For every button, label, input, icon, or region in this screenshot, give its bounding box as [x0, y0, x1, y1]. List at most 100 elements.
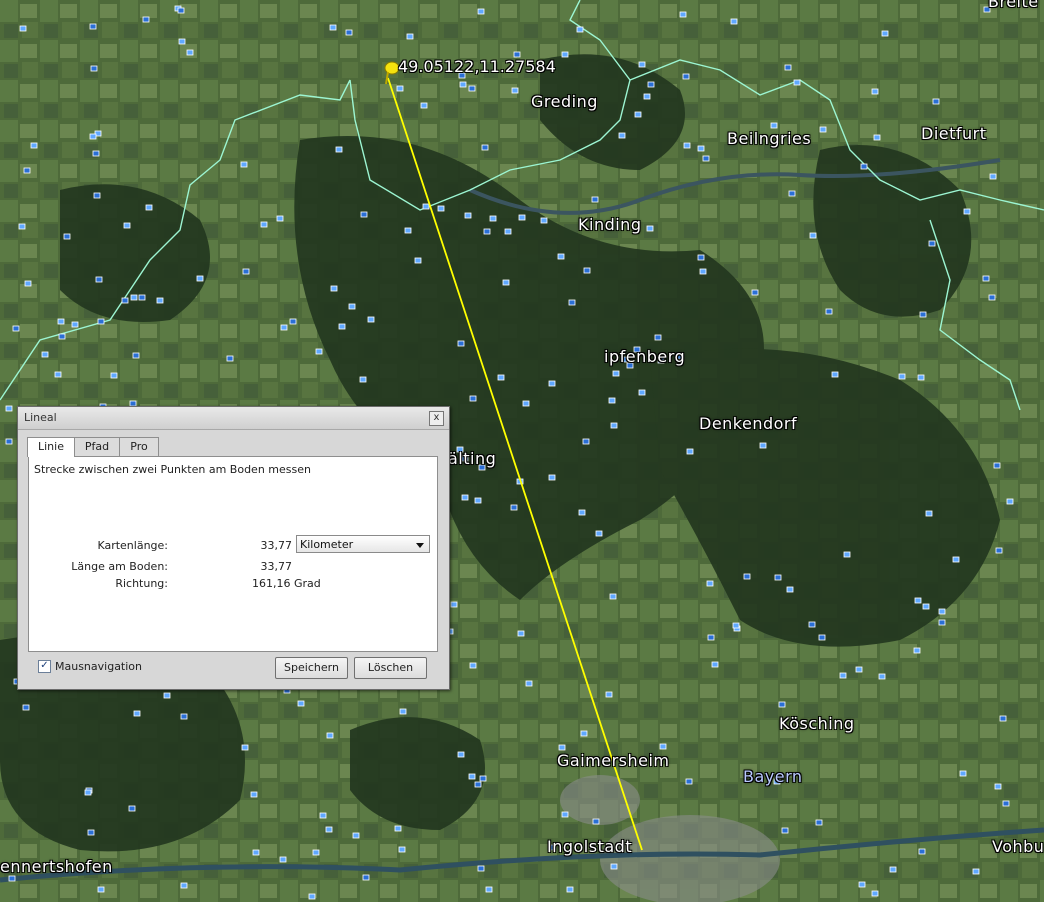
poi-marker-icon[interactable] [276, 215, 284, 222]
place-label-breitenbrunn[interactable]: Breite [988, 0, 1039, 11]
poi-marker-icon[interactable] [914, 597, 922, 604]
tab-pro[interactable]: Pro [119, 437, 159, 456]
poi-marker-icon[interactable] [993, 462, 1001, 469]
poi-marker-icon[interactable] [330, 285, 338, 292]
poi-marker-icon[interactable] [406, 33, 414, 40]
poi-marker-icon[interactable] [483, 228, 491, 235]
poi-marker-icon[interactable] [582, 438, 590, 445]
place-label-vohburg[interactable]: Vohbu [992, 837, 1044, 856]
poi-marker-icon[interactable] [959, 770, 967, 777]
poi-marker-icon[interactable] [707, 634, 715, 641]
tab-pfad[interactable]: Pfad [74, 437, 120, 456]
poi-marker-icon[interactable] [133, 710, 141, 717]
poi-marker-icon[interactable] [485, 886, 493, 893]
poi-marker-icon[interactable] [110, 372, 118, 379]
poi-marker-icon[interactable] [592, 818, 600, 825]
poi-marker-icon[interactable] [889, 866, 897, 873]
poi-marker-icon[interactable] [793, 79, 801, 86]
poi-marker-icon[interactable] [250, 791, 258, 798]
poi-marker-icon[interactable] [683, 142, 691, 149]
poi-marker-icon[interactable] [457, 340, 465, 347]
poi-marker-icon[interactable] [561, 51, 569, 58]
poi-marker-icon[interactable] [12, 325, 20, 332]
poi-marker-icon[interactable] [610, 863, 618, 870]
poi-marker-icon[interactable] [646, 225, 654, 232]
poi-marker-icon[interactable] [329, 24, 337, 31]
poi-marker-icon[interactable] [580, 730, 588, 737]
poi-marker-icon[interactable] [972, 868, 980, 875]
poi-marker-icon[interactable] [138, 294, 146, 301]
poi-marker-icon[interactable] [609, 593, 617, 600]
poi-marker-icon[interactable] [477, 865, 485, 872]
poi-marker-icon[interactable] [18, 223, 26, 230]
poi-marker-icon[interactable] [89, 133, 97, 140]
poi-marker-icon[interactable] [938, 619, 946, 626]
poi-marker-icon[interactable] [878, 673, 886, 680]
poi-marker-icon[interactable] [89, 23, 97, 30]
poi-marker-icon[interactable] [132, 352, 140, 359]
poi-marker-icon[interactable] [308, 893, 316, 900]
poi-marker-icon[interactable] [474, 497, 482, 504]
place-label-gaimersheim[interactable]: Gaimersheim [557, 751, 670, 770]
poi-marker-icon[interactable] [525, 680, 533, 687]
unit-select[interactable]: Kilometer [296, 535, 430, 553]
poi-marker-icon[interactable] [952, 556, 960, 563]
poi-marker-icon[interactable] [457, 751, 465, 758]
poi-marker-icon[interactable] [279, 856, 287, 863]
poi-marker-icon[interactable] [938, 608, 946, 615]
poi-marker-icon[interactable] [697, 145, 705, 152]
poi-marker-icon[interactable] [774, 574, 782, 581]
poi-marker-icon[interactable] [359, 376, 367, 383]
poi-marker-icon[interactable] [988, 294, 996, 301]
poi-marker-icon[interactable] [566, 886, 574, 893]
poi-marker-icon[interactable] [819, 126, 827, 133]
poi-marker-icon[interactable] [608, 397, 616, 404]
poi-marker-icon[interactable] [548, 380, 556, 387]
poi-marker-icon[interactable] [163, 692, 171, 699]
poi-marker-icon[interactable] [97, 318, 105, 325]
poi-marker-icon[interactable] [312, 849, 320, 856]
poi-marker-icon[interactable] [711, 661, 719, 668]
poi-marker-icon[interactable] [511, 87, 519, 94]
poi-marker-icon[interactable] [995, 547, 1003, 554]
poi-marker-icon[interactable] [241, 744, 249, 751]
poi-marker-icon[interactable] [57, 318, 65, 325]
poi-marker-icon[interactable] [280, 324, 288, 331]
poi-marker-icon[interactable] [638, 389, 646, 396]
place-label-koesching[interactable]: Kösching [779, 714, 855, 733]
poi-marker-icon[interactable] [414, 257, 422, 264]
poi-marker-icon[interactable] [502, 279, 510, 286]
poi-marker-icon[interactable] [517, 630, 525, 637]
poi-marker-icon[interactable] [196, 275, 204, 282]
poi-marker-icon[interactable] [583, 267, 591, 274]
poi-marker-icon[interactable] [450, 601, 458, 608]
poi-marker-icon[interactable] [24, 280, 32, 287]
poi-marker-icon[interactable] [913, 647, 921, 654]
poi-marker-icon[interactable] [87, 829, 95, 836]
poi-marker-icon[interactable] [919, 311, 927, 318]
poi-marker-icon[interactable] [58, 333, 66, 340]
poi-marker-icon[interactable] [871, 890, 879, 897]
poi-marker-icon[interactable] [468, 85, 476, 92]
poi-marker-icon[interactable] [461, 494, 469, 501]
poi-marker-icon[interactable] [843, 551, 851, 558]
place-label-beilngries[interactable]: Beilngries [727, 129, 811, 148]
poi-marker-icon[interactable] [568, 299, 576, 306]
poi-marker-icon[interactable] [654, 334, 662, 341]
poi-marker-icon[interactable] [685, 778, 693, 785]
poi-marker-icon[interactable] [808, 621, 816, 628]
poi-marker-icon[interactable] [71, 321, 79, 328]
place-label-ingolstadt[interactable]: Ingolstadt [547, 837, 632, 856]
poi-marker-icon[interactable] [252, 849, 260, 856]
poi-marker-icon[interactable] [610, 422, 618, 429]
poi-marker-icon[interactable] [338, 323, 346, 330]
poi-marker-icon[interactable] [540, 217, 548, 224]
poi-marker-icon[interactable] [522, 400, 530, 407]
poi-marker-icon[interactable] [240, 161, 248, 168]
mouse-navigation-label[interactable]: Mausnavigation [55, 660, 142, 673]
close-icon[interactable]: x [429, 411, 444, 426]
poi-marker-icon[interactable] [855, 666, 863, 673]
poi-marker-icon[interactable] [128, 805, 136, 812]
poi-marker-icon[interactable] [743, 573, 751, 580]
poi-marker-icon[interactable] [360, 211, 368, 218]
